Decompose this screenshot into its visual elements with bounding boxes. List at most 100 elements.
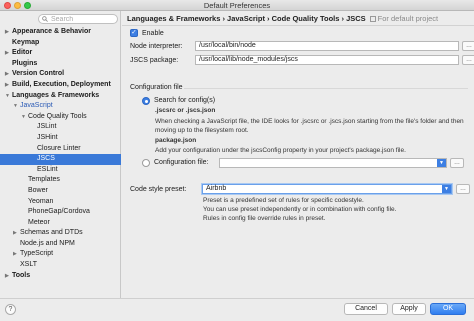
collapsed-arrow-icon[interactable]: ▶ [5, 69, 9, 80]
node-interpreter-field[interactable]: /usr/local/bin/node [195, 41, 459, 51]
sidebar-item-label: Code Quality Tools [28, 112, 87, 120]
collapsed-arrow-icon[interactable]: ▶ [13, 228, 17, 239]
sidebar-item-label: Plugins [12, 59, 38, 67]
chevron-down-icon: ▼ [442, 185, 451, 193]
sidebar-item-yeoman[interactable]: Yeoman [0, 197, 121, 208]
apply-button[interactable]: Apply [392, 303, 426, 315]
config-file-browse-button[interactable]: … [450, 158, 464, 168]
settings-search[interactable] [38, 14, 118, 24]
package-json-label: package.json [155, 137, 197, 144]
sidebar-item-label: Schemas and DTDs [20, 229, 83, 237]
config-file-group-line [184, 88, 468, 89]
config-file-label: Configuration file: [154, 159, 209, 166]
sidebar-item-tools[interactable]: ▶ Tools [0, 271, 121, 282]
sidebar-item-languages-frameworks[interactable]: ▼ Languages & Frameworks [0, 91, 121, 102]
expanded-arrow-icon[interactable]: ▼ [5, 91, 10, 102]
jscs-package-label: JSCS package: [130, 56, 179, 64]
sidebar-item-code-quality-tools[interactable]: ▼ Code Quality Tools [0, 112, 121, 123]
sidebar-item-label: Editor [12, 49, 33, 57]
node-interpreter-label: Node interpreter: [130, 42, 183, 50]
preset-desc-1: Preset is a predefined set of rules for … [203, 197, 364, 204]
cancel-button[interactable]: Cancel [344, 303, 388, 315]
sidebar-item-closure-linter[interactable]: Closure Linter [0, 144, 121, 155]
project-note: For default project [377, 14, 439, 23]
sidebar-item-label: Languages & Frameworks [12, 91, 100, 99]
search-configs-radio[interactable] [142, 97, 150, 105]
sidebar-item-label: JavaScript [20, 102, 53, 110]
sidebar-item-editor[interactable]: ▶ Editor [0, 48, 121, 59]
expanded-arrow-icon[interactable]: ▼ [21, 112, 26, 123]
node-interpreter-browse-button[interactable]: … [462, 41, 474, 51]
title-bar: Default Preferences [0, 0, 474, 11]
help-button[interactable]: ? [5, 304, 16, 315]
sidebar-item-build-execution-deployment[interactable]: ▶ Build, Execution, Deployment [0, 80, 121, 91]
sidebar-item-xslt[interactable]: XSLT [0, 260, 121, 271]
sidebar-item-version-control[interactable]: ▶ Version Control [0, 69, 121, 80]
collapsed-arrow-icon[interactable]: ▶ [5, 27, 9, 38]
sidebar-item-javascript[interactable]: ▼ JavaScript [0, 101, 121, 112]
collapsed-arrow-icon[interactable]: ▶ [5, 271, 9, 282]
search-icon [42, 16, 48, 22]
sidebar-item-label: TypeScript [20, 250, 54, 258]
jscs-package-browse-button[interactable]: … [462, 55, 474, 65]
sidebar-item-label: Keymap [12, 38, 40, 46]
sidebar-item-label: Closure Linter [37, 144, 81, 152]
sidebar-item-schemas-and-dtds[interactable]: ▶ Schemas and DTDs [0, 228, 121, 239]
preset-desc-3: Rules in config file override rules in p… [203, 215, 326, 222]
sidebar-item-plugins[interactable]: Plugins [0, 59, 121, 70]
sidebar-item-typescript[interactable]: ▶ TypeScript [0, 249, 121, 260]
sidebar-item-label: Templates [28, 176, 60, 184]
jscs-package-field[interactable]: /usr/local/lib/node_modules/jscs [195, 55, 459, 65]
sidebar-item-node-js-and-npm[interactable]: Node.js and NPM [0, 239, 121, 250]
sidebar-item-label: Yeoman [28, 197, 54, 205]
sidebar-item-appearance-behavior[interactable]: ▶ Appearance & Behavior [0, 27, 121, 38]
collapsed-arrow-icon[interactable]: ▶ [5, 80, 9, 91]
code-style-browse-button[interactable]: … [456, 184, 470, 194]
search-configs-desc-1: When checking a JavaScript file, the IDE… [155, 118, 464, 125]
node-interpreter-row: Node interpreter: /usr/local/bin/node … [130, 41, 474, 51]
sidebar-item-label: Node.js and NPM [20, 239, 75, 247]
package-json-desc: Add your configuration under the jscsCon… [155, 147, 406, 154]
sidebar-item-bower[interactable]: Bower [0, 186, 121, 197]
ok-button[interactable]: OK [430, 303, 466, 315]
sidebar-item-label: PhoneGap/Cordova [28, 208, 90, 216]
sidebar-item-jslint[interactable]: JSLint [0, 122, 121, 133]
enable-checkbox[interactable]: ✓ [130, 29, 138, 37]
chevron-down-icon: ▼ [437, 159, 446, 167]
sidebar-item-jshint[interactable]: JSHint [0, 133, 121, 144]
search-input[interactable] [51, 15, 111, 23]
settings-tree: ▶ Appearance & Behavior Keymap ▶ Editor Plugi… [0, 27, 121, 281]
collapsed-arrow-icon[interactable]: ▶ [13, 249, 17, 260]
sidebar-item-label: Tools [12, 271, 31, 279]
sidebar-item-label: Appearance & Behavior [12, 28, 91, 35]
sidebar-item-phonegap-cordova[interactable]: PhoneGap/Cordova [0, 207, 121, 218]
sidebar-item-label: ESLint [37, 165, 58, 173]
config-file-group-title: Configuration file [130, 84, 183, 91]
sidebar-item-meteor[interactable]: Meteor [0, 218, 121, 229]
config-file-combo[interactable]: ▼ [219, 158, 447, 168]
collapsed-arrow-icon[interactable]: ▶ [5, 48, 9, 59]
search-configs-label: Search for config(s) [154, 97, 216, 104]
breadcrumb: Languages & Frameworks › JavaScript › Co… [127, 14, 438, 23]
config-file-radio[interactable] [142, 159, 150, 167]
sidebar-item-keymap[interactable]: Keymap [0, 38, 121, 49]
expanded-arrow-icon[interactable]: ▼ [13, 101, 18, 112]
breadcrumb-path: Languages & Frameworks › JavaScript › Co… [127, 14, 366, 23]
project-icon [369, 16, 376, 22]
sidebar-item-label: Meteor [28, 218, 50, 226]
code-style-select[interactable]: Airbnb ▼ [202, 184, 452, 194]
enable-checkbox-row[interactable]: ✓ Enable [130, 29, 164, 37]
sidebar-item-eslint[interactable]: ESLint [0, 165, 121, 176]
settings-sidebar: ▶Appearance & BehaviorKeymap▶EditorPlugi… [0, 11, 121, 298]
enable-label: Enable [142, 29, 164, 37]
sidebar-item-label: JSHint [37, 133, 58, 141]
sidebar-item-label: XSLT [20, 261, 37, 269]
sidebar-item-label: Version Control [12, 70, 65, 78]
sidebar-item-label: JSLint [37, 123, 57, 131]
header-divider [122, 25, 474, 26]
sidebar-item-templates[interactable]: Templates [0, 175, 121, 186]
sidebar-item-label: Bower [28, 186, 48, 194]
preset-desc-2: You can use preset independently or in c… [203, 206, 397, 213]
window-title: Default Preferences [203, 1, 271, 10]
sidebar-item-jscs[interactable]: JSCS [0, 154, 121, 165]
